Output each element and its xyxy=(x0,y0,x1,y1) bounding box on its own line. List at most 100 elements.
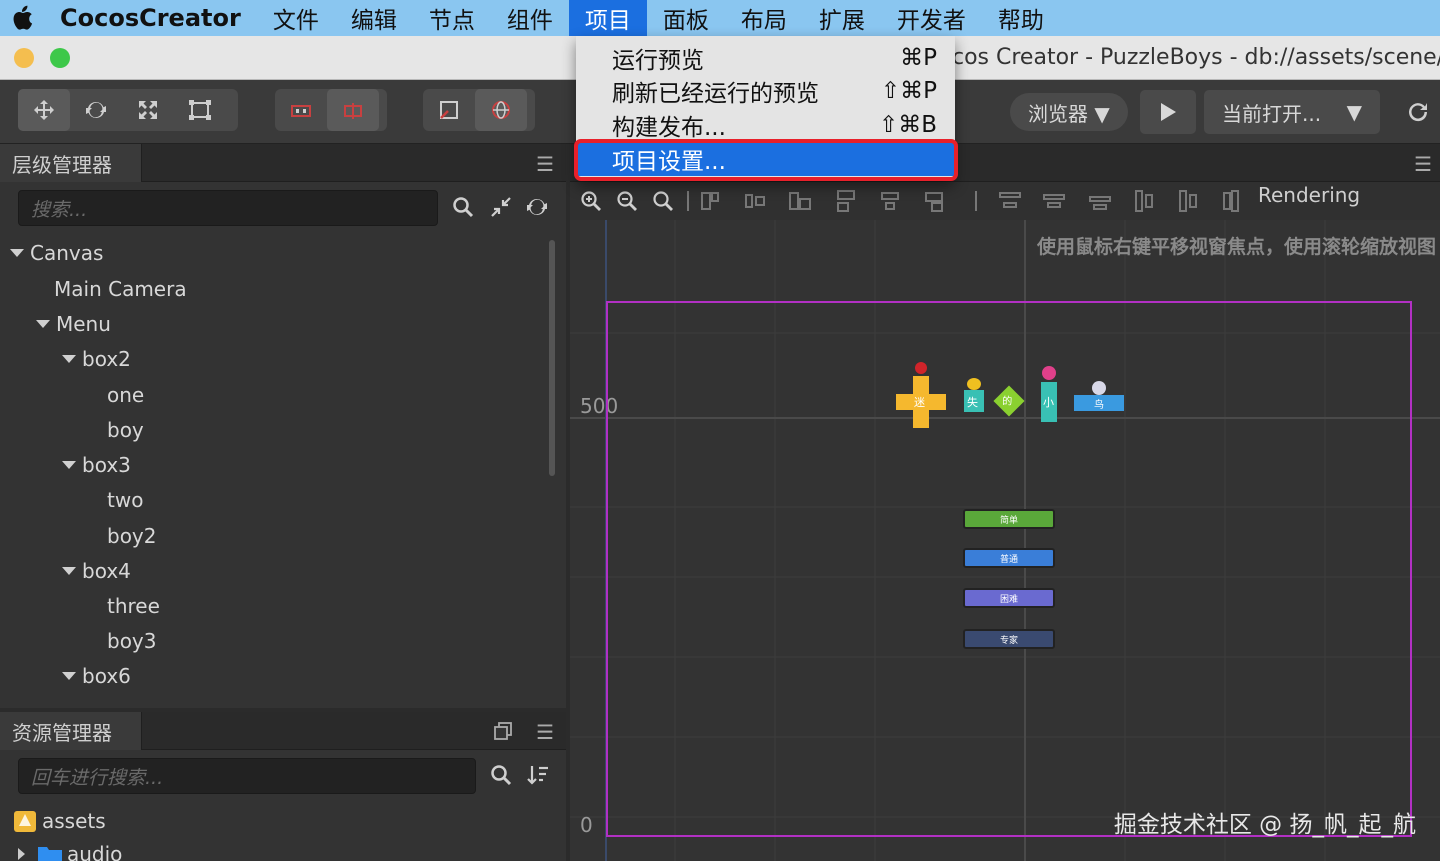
scene-hint: 使用鼠标右键平移视窗焦点，使用滚轮缩放视图 xyxy=(1036,236,1436,258)
menu-panel[interactable]: 面板 xyxy=(647,0,725,36)
move-tool-icon[interactable] xyxy=(18,89,70,131)
tree-node[interactable]: box4 xyxy=(62,554,131,588)
collapse-icon[interactable] xyxy=(490,196,512,223)
scene-select[interactable]: 当前打开... ▼ xyxy=(1204,90,1380,134)
menu-project[interactable]: 项目 xyxy=(568,0,647,36)
assets-search-input[interactable]: 回车进行搜索... xyxy=(18,758,476,794)
hierarchy-tab[interactable]: 层级管理器 xyxy=(0,144,142,182)
screen: CocosCreator 文件 编辑 节点 组件 项目 面板 布局 扩展 开发者… xyxy=(0,0,1440,861)
axis-label-0: 0 xyxy=(580,813,593,837)
play-icon xyxy=(1161,103,1176,121)
title-sprite-5[interactable]: 鸟 xyxy=(1074,381,1124,411)
tree-node[interactable]: Main Camera xyxy=(54,272,187,306)
asset-item-assets[interactable]: assets xyxy=(12,808,106,834)
browser-select[interactable]: 浏览器 ▼ xyxy=(1010,93,1128,131)
menu-layout[interactable]: 布局 xyxy=(725,0,803,36)
caret-down-icon[interactable] xyxy=(62,461,76,469)
menu-component[interactable]: 组件 xyxy=(491,0,569,36)
menu-item-run-preview[interactable]: 运行预览 ⌘P xyxy=(576,41,955,75)
menu-icon[interactable]: ☰ xyxy=(536,720,554,744)
tree-node[interactable]: one xyxy=(107,378,144,412)
window-title: cos Creator - PuzzleBoys - db://assets/s… xyxy=(952,45,1440,70)
menu-node[interactable]: 节点 xyxy=(413,0,491,36)
app-name[interactable]: CocosCreator xyxy=(44,4,257,32)
tree-node[interactable]: Menu xyxy=(36,307,111,341)
align-tools-icon[interactable] xyxy=(682,187,1242,215)
chevron-down-icon: ▼ xyxy=(1346,100,1362,124)
tree-node[interactable]: boy xyxy=(107,413,144,447)
title-sprite-4[interactable]: 小 xyxy=(1041,366,1057,422)
menu-developer[interactable]: 开发者 xyxy=(881,0,982,36)
assets-panel: 资源管理器 ☰ 回车进行搜索... assets audio xyxy=(0,712,566,861)
hierarchy-panel: 层级管理器 ☰ 搜索... xyxy=(0,144,566,708)
database-icon xyxy=(14,811,36,832)
menubar: CocosCreator 文件 编辑 节点 组件 项目 面板 布局 扩展 开发者… xyxy=(0,0,1440,36)
caret-down-icon[interactable] xyxy=(62,672,76,680)
difficulty-easy-button[interactable]: 简单 xyxy=(963,509,1055,529)
zoom-out-icon[interactable] xyxy=(616,190,638,212)
rendering-toggle[interactable]: Rendering xyxy=(1258,183,1360,207)
difficulty-normal-button[interactable]: 普通 xyxy=(963,548,1055,568)
difficulty-hard-button[interactable]: 困难 xyxy=(963,588,1055,608)
view-tool-group xyxy=(423,89,535,131)
caret-down-icon[interactable] xyxy=(62,355,76,363)
difficulty-expert-button[interactable]: 专家 xyxy=(963,629,1055,649)
tree-node[interactable]: Canvas xyxy=(10,236,103,270)
zoom-in-icon[interactable] xyxy=(580,190,602,212)
local-global-icon[interactable] xyxy=(327,89,379,131)
assets-tab[interactable]: 资源管理器 xyxy=(0,712,142,750)
asset-item-audio[interactable]: audio xyxy=(18,842,122,861)
minimize-button[interactable] xyxy=(14,48,34,68)
menu-help[interactable]: 帮助 xyxy=(982,0,1060,36)
caret-down-icon[interactable] xyxy=(62,567,76,575)
tree-node[interactable]: box3 xyxy=(62,448,131,482)
sort-icon[interactable] xyxy=(527,764,549,791)
refresh-icon[interactable] xyxy=(526,196,548,223)
scale-tool-icon[interactable] xyxy=(122,89,174,131)
apple-icon[interactable] xyxy=(0,0,44,36)
popout-icon[interactable] xyxy=(494,722,512,744)
hierarchy-search-input[interactable]: 搜索... xyxy=(18,190,438,226)
caret-down-icon[interactable] xyxy=(10,249,24,257)
zoom-reset-icon[interactable] xyxy=(652,190,674,212)
tree-node[interactable]: boy2 xyxy=(107,519,157,553)
menu-extension[interactable]: 扩展 xyxy=(803,0,881,36)
tree-node[interactable]: box2 xyxy=(62,342,131,376)
refresh-icon[interactable] xyxy=(1406,100,1430,128)
tree-node[interactable]: three xyxy=(107,589,160,623)
rect-tool-icon[interactable] xyxy=(174,89,226,131)
title-sprite-1[interactable]: 迷 xyxy=(896,362,946,428)
menu-file[interactable]: 文件 xyxy=(257,0,335,36)
zoom-button[interactable] xyxy=(50,48,70,68)
2d-view-icon[interactable] xyxy=(423,89,475,131)
menu-item-build-publish[interactable]: 构建发布... ⇧⌘B xyxy=(576,108,955,142)
3d-view-icon[interactable] xyxy=(475,89,527,131)
scene-select-label: 当前打开... xyxy=(1222,101,1322,126)
watermark: 掘金技术社区 @ 扬_帆_起_航 xyxy=(1113,812,1416,838)
design-resolution-frame xyxy=(606,301,1412,837)
folder-icon xyxy=(38,847,62,861)
menu-icon[interactable]: ☰ xyxy=(536,152,554,176)
title-sprite-2[interactable]: 失 xyxy=(964,378,984,412)
tree-node[interactable]: two xyxy=(107,483,143,517)
menu-edit[interactable]: 编辑 xyxy=(335,0,413,36)
hierarchy-panel-header: 层级管理器 ☰ xyxy=(0,144,566,182)
search-icon[interactable] xyxy=(452,196,474,223)
rotate-tool-icon[interactable] xyxy=(70,89,122,131)
caret-down-icon[interactable] xyxy=(36,320,50,328)
tree-node[interactable]: boy3 xyxy=(107,624,157,658)
transform-tool-group xyxy=(18,89,238,131)
hierarchy-scrollbar[interactable] xyxy=(549,240,555,476)
tree-node[interactable]: box6 xyxy=(62,659,131,693)
menu-item-refresh-preview[interactable]: 刷新已经运行的预览 ⇧⌘P xyxy=(576,74,955,108)
menu-icon[interactable]: ☰ xyxy=(1414,152,1432,176)
play-button[interactable] xyxy=(1140,90,1196,134)
pivot-tool-group xyxy=(275,89,387,131)
pivot-icon[interactable] xyxy=(275,89,327,131)
assets-panel-header: 资源管理器 ☰ xyxy=(0,712,566,750)
scene-toolbar: Rendering xyxy=(570,182,1440,220)
caret-right-icon[interactable] xyxy=(18,848,25,860)
search-icon[interactable] xyxy=(490,764,512,791)
scene-view[interactable]: 使用鼠标右键平移视窗焦点，使用滚轮缩放视图 500 0 迷 失 的 小 鸟 简单… xyxy=(570,220,1440,861)
annotation-highlight xyxy=(574,139,958,181)
